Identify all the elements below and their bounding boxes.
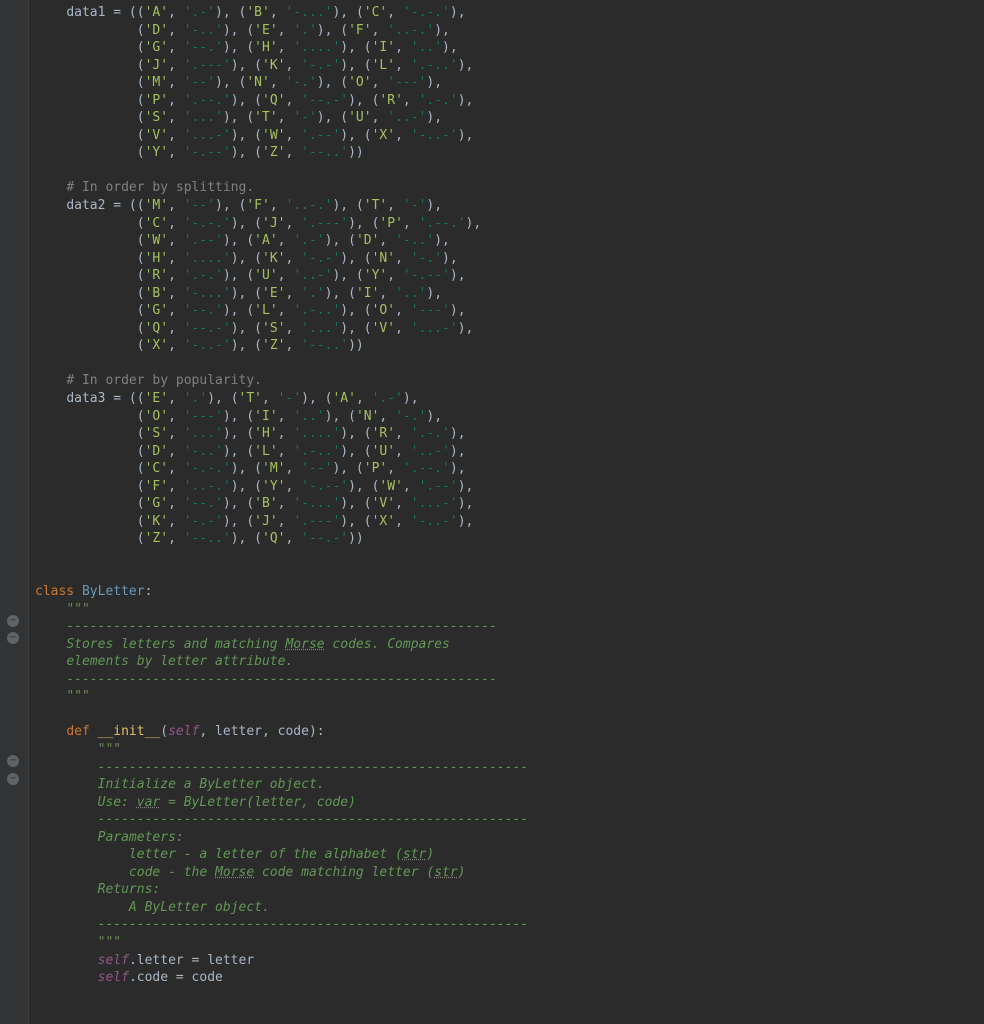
gutter: − − − − (0, 0, 29, 1024)
fold-icon[interactable]: − (7, 632, 19, 644)
fold-icon[interactable]: − (7, 773, 19, 785)
fold-icon[interactable]: − (7, 615, 19, 627)
code-content[interactable]: data1 = (('A', '.-'), ('B', '-...'), ('C… (29, 0, 528, 1024)
code-editor[interactable]: − − − − data1 = (('A', '.-'), ('B', '-..… (0, 0, 984, 1024)
fold-icon[interactable]: − (7, 755, 19, 767)
